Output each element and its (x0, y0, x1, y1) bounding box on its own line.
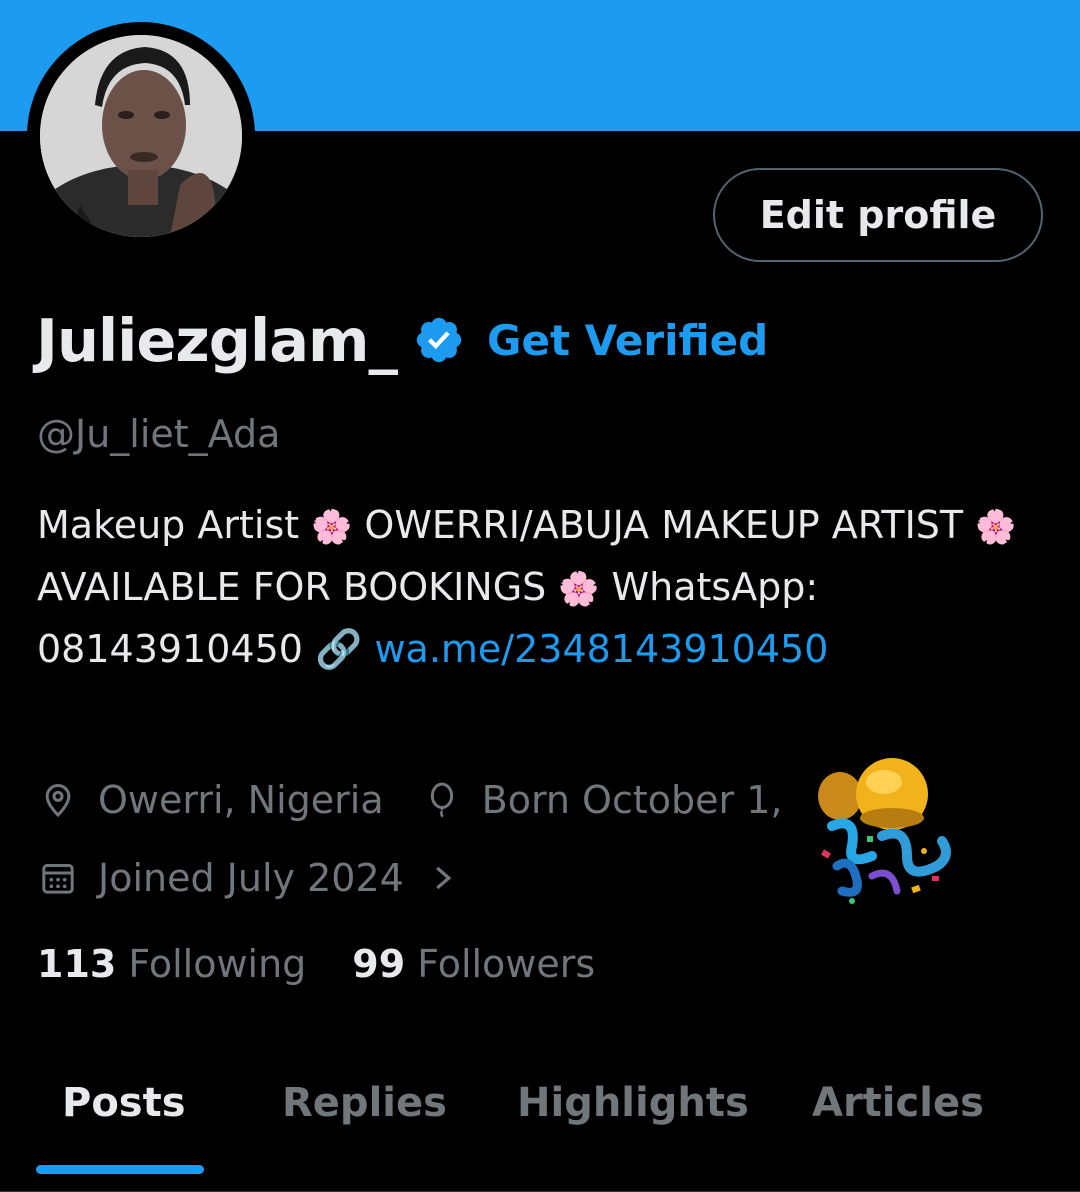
link-emoji: 🔗 (315, 627, 363, 671)
profile-meta-row: Owerri, Nigeria Born October 1, (38, 768, 782, 832)
verified-badge-icon (413, 314, 465, 366)
birthday-text: Born October 1, (481, 778, 783, 822)
joined-row[interactable]: Joined July 2024 (38, 846, 458, 910)
following-count: 113 (37, 942, 117, 986)
whatsapp-link[interactable]: wa.me/2348143910450 (374, 627, 828, 671)
name-row: Juliezglam_ Get Verified (36, 298, 768, 382)
calendar-icon (38, 858, 78, 898)
joined-text: Joined July 2024 (98, 856, 404, 900)
avatar-image (40, 35, 242, 237)
followers-link[interactable]: 99 Followers (352, 942, 595, 986)
flower-emoji: 🌸 (311, 507, 353, 546)
get-verified-link[interactable]: Get Verified (487, 316, 768, 365)
flower-emoji: 🌸 (558, 569, 600, 608)
avatar[interactable] (40, 35, 242, 237)
following-label: Following (128, 942, 307, 986)
bio-text: OWERRI/ABUJA MAKEUP ARTIST (352, 503, 976, 547)
profile-screen: Edit profile Juliezglam_ Get Verified @J… (0, 0, 1080, 1192)
followers-count: 99 (352, 942, 406, 986)
party-popper-emoji (812, 756, 962, 912)
chevron-right-icon (428, 858, 458, 898)
edit-profile-button[interactable]: Edit profile (713, 168, 1043, 262)
avatar-ring (27, 22, 255, 250)
user-handle: @Ju_liet_Ada (37, 412, 281, 456)
tab-replies[interactable]: Replies (282, 1080, 447, 1140)
tab-highlights[interactable]: Highlights (517, 1080, 749, 1140)
followers-label: Followers (417, 942, 596, 986)
display-name: Juliezglam_ (36, 305, 398, 375)
tab-articles[interactable]: Articles (812, 1080, 984, 1140)
bio: Makeup Artist 🌸 OWERRI/ABUJA MAKEUP ARTI… (37, 495, 1047, 679)
follow-stats: 113 Following 99 Followers (37, 942, 595, 986)
active-tab-indicator (36, 1165, 204, 1174)
bio-text: AVAILABLE FOR BOOKINGS (37, 565, 559, 609)
balloon-icon (422, 780, 462, 820)
flower-emoji: 🌸 (975, 507, 1017, 546)
following-link[interactable]: 113 Following (37, 942, 306, 986)
location-pin-icon (38, 780, 78, 820)
tab-posts[interactable]: Posts (62, 1080, 186, 1140)
location-text: Owerri, Nigeria (98, 778, 384, 822)
bio-text: Makeup Artist (37, 503, 312, 547)
